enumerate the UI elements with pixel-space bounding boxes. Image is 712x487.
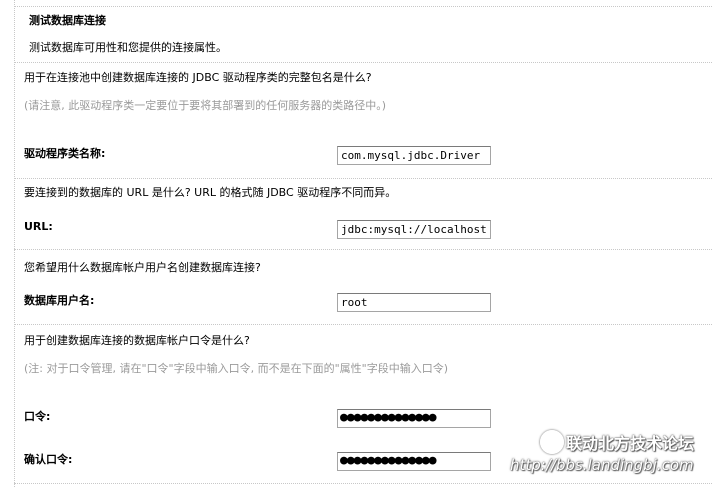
driver-class-input[interactable]: com.mysql.jdbc.Driver [337, 146, 491, 165]
url-label: URL: [24, 220, 53, 233]
watermark-logo-icon [540, 430, 564, 454]
password-label: 口令: [24, 410, 51, 423]
url-question: 要连接到的数据库的 URL 是什么? URL 的格式随 JDBC 驱动程序不同而… [24, 186, 397, 199]
driver-label: 驱动程序类名称: [24, 147, 106, 160]
divider [14, 6, 712, 7]
driver-question: 用于在连接池中创建数据库连接的 JDBC 驱动程序类的完整包名是什么? [24, 71, 372, 84]
confirm-password-label: 确认口令: [24, 453, 73, 466]
password-question: 用于创建数据库连接的数据库帐户口令是什么? [24, 334, 250, 347]
divider [14, 249, 712, 250]
watermark-url: http://bbs.landingbj.com [510, 456, 694, 474]
divider [14, 324, 712, 325]
section-description: 测试数据库可用性和您提供的连接属性。 [29, 41, 227, 54]
section-title: 测试数据库连接 [29, 14, 106, 27]
username-question: 您希望用什么数据库帐户用户名创建数据库连接? [24, 261, 261, 274]
divider [14, 483, 712, 484]
username-label: 数据库用户名: [24, 294, 95, 307]
confirm-password-input[interactable]: ●●●●●●●●●●●●●● [337, 452, 491, 471]
divider [14, 178, 712, 179]
password-note: (注: 对于口令管理, 请在"口令"字段中输入口令, 而不是在下面的"属性"字段… [24, 362, 449, 375]
url-input[interactable]: jdbc:mysql://localhost [337, 220, 491, 239]
watermark-title: 联动北方技术论坛 [566, 434, 695, 453]
username-input[interactable]: root [337, 293, 491, 312]
divider [14, 62, 712, 63]
password-input[interactable]: ●●●●●●●●●●●●●● [337, 409, 491, 428]
driver-note: (请注意, 此驱动程序类一定要位于要将其部署到的任何服务器的类路径中。) [24, 99, 387, 112]
